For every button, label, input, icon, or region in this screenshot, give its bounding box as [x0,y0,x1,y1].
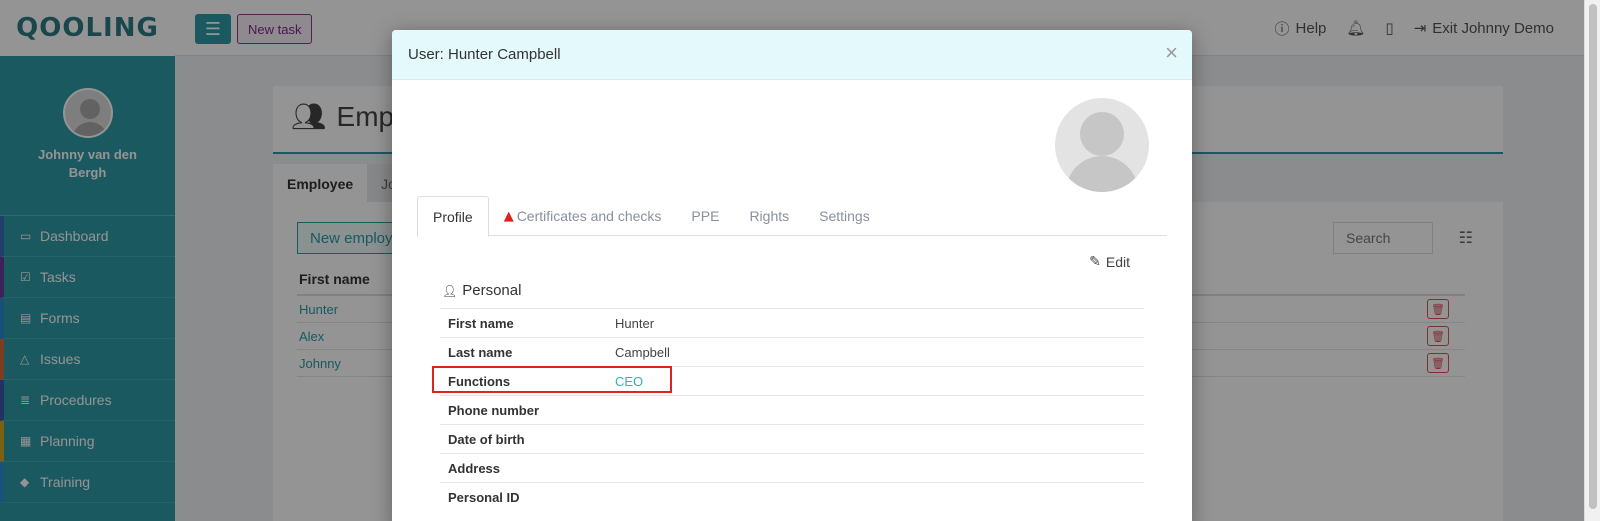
tab-label: Settings [819,208,870,224]
tab-rights[interactable]: Rights [734,196,804,236]
field-label: Address [448,460,501,476]
scrollbar-thumb[interactable] [1589,4,1597,509]
edit-label: Edit [1105,254,1130,270]
profile-avatar [1055,98,1149,192]
edit-icon: ✎ [1089,254,1101,270]
warning-icon: ▲ [503,208,514,224]
section-personal: 👤︎ Personal [442,282,521,299]
field-label: Last name [448,344,513,360]
modal-header: User: Hunter Campbell × [392,30,1192,80]
tab-label: Rights [749,208,790,224]
field-label: Personal ID [448,489,520,505]
tab-label: PPE [691,208,720,224]
tab-label: Certificates and checks [516,208,662,224]
field-label: Date of birth [448,431,525,447]
detail-row-address: Address [440,453,1144,482]
field-label: First name [448,315,514,331]
tab-certificates[interactable]: ▲ Certificates and checks [489,196,677,236]
section-title-text: Personal [462,282,522,299]
personal-details: First name Hunter Last name Campbell Funct… [440,308,1144,511]
close-icon[interactable]: × [1165,42,1178,64]
tab-profile[interactable]: Profile [417,196,489,237]
user-modal: User: Hunter Campbell × Profile ▲ Certifi… [392,30,1192,521]
detail-row-last-name: Last name Campbell [440,337,1144,366]
field-label: Phone number [448,402,540,418]
modal-title: User: Hunter Campbell [408,46,561,63]
functions-highlight-box [432,366,672,393]
edit-button[interactable]: ✎ Edit [1089,254,1130,270]
tab-ppe[interactable]: PPE [676,196,734,236]
tab-settings[interactable]: Settings [804,196,885,236]
field-value: Hunter [615,315,655,331]
detail-row-dob: Date of birth [440,424,1144,453]
detail-row-first-name: First name Hunter [440,308,1144,337]
page-scrollbar[interactable] [1584,0,1600,521]
modal-tabs: Profile ▲ Certificates and checks PPE Rig… [417,196,1167,237]
detail-row-personal-id: Personal ID [440,482,1144,511]
user-icon: 👤︎ [442,283,458,298]
field-value: Campbell [615,344,670,360]
tab-label: Profile [433,208,473,225]
detail-row-phone: Phone number [440,395,1144,424]
